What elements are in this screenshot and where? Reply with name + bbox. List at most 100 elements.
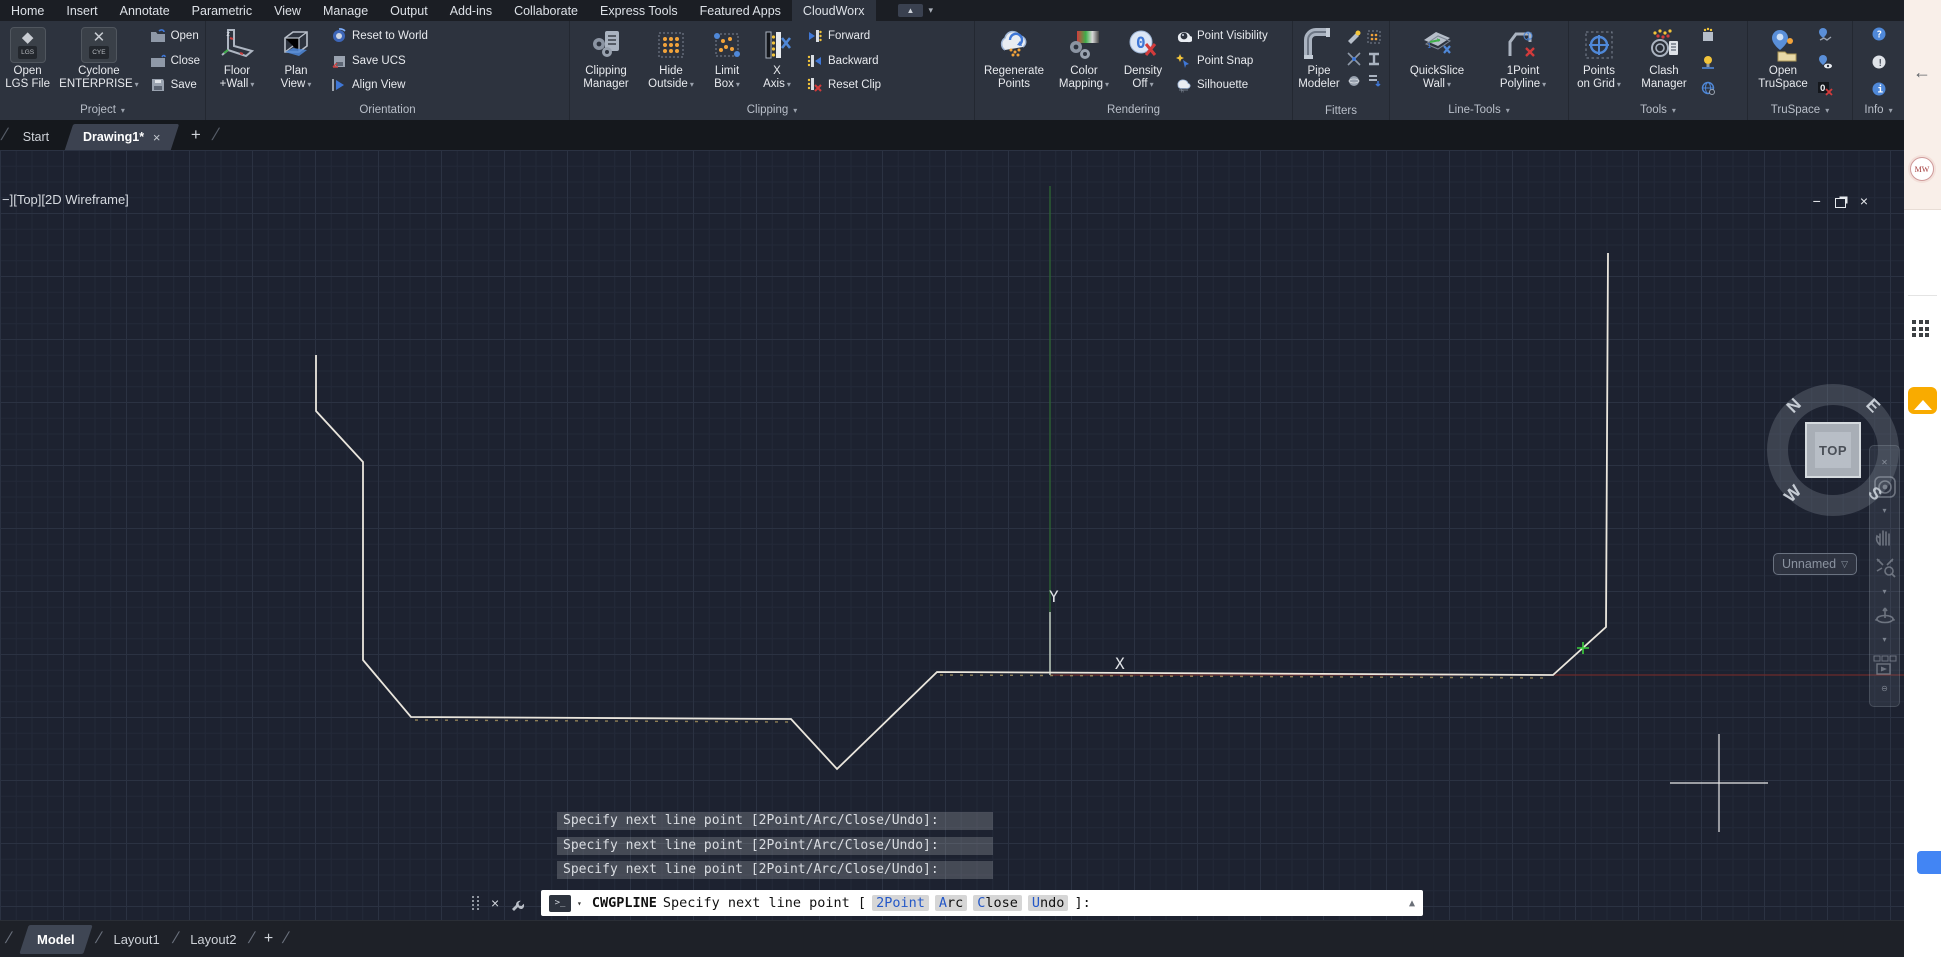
tab-manage[interactable]: Manage <box>312 0 379 21</box>
tab-layout1[interactable]: Layout1 <box>100 932 172 947</box>
mw-badge-icon[interactable]: MW <box>1910 157 1934 181</box>
panel-label-project[interactable]: Project▾ <box>0 100 205 120</box>
ribbon-collapse-control[interactable]: ▲ ▾ <box>898 0 933 21</box>
zoom-extents-icon[interactable] <box>1874 556 1896 578</box>
truspace-off-icon[interactable]: O <box>1817 80 1833 96</box>
fit-intersect-icon[interactable] <box>1346 51 1362 67</box>
tab-drawing1[interactable]: Drawing1* × <box>65 124 179 150</box>
plan-view-button[interactable]: Plan View▾ <box>267 23 325 100</box>
fit-beam-icon[interactable] <box>1366 51 1382 67</box>
navigation-bar[interactable]: ✕ ▾ ▾ ▾ ⊖ <box>1869 445 1900 707</box>
panel-label-line-tools[interactable]: Line-Tools▾ <box>1390 100 1568 120</box>
limit-box-button[interactable]: Limit Box▾ <box>701 23 753 100</box>
customize-wrench-icon[interactable] <box>510 895 526 911</box>
tools-globe-icon[interactable] <box>1700 80 1716 96</box>
chevron-down-icon[interactable]: ▾ <box>1882 636 1886 644</box>
ribbon-collapse-icon[interactable]: ▲ <box>898 4 924 17</box>
tab-cloudworx[interactable]: CloudWorx <box>792 0 876 21</box>
point-snap-button[interactable]: Point Snap <box>1176 53 1287 69</box>
tab-addins[interactable]: Add-ins <box>439 0 503 21</box>
new-layout-button[interactable]: + <box>254 930 283 948</box>
one-point-polyline-button[interactable]: 1 1Point Polyline▾ <box>1486 23 1560 100</box>
viewcube-top-face[interactable]: TOP <box>1805 422 1861 478</box>
floor-wall-button[interactable]: z Floor +Wall▾ <box>207 23 267 100</box>
silhouette-button[interactable]: h Silhouette <box>1176 77 1287 93</box>
about-icon[interactable]: i <box>1871 81 1887 97</box>
quickslice-wall-button[interactable]: 1 QuickSlice Wall▾ <box>1398 23 1476 100</box>
tab-view[interactable]: View <box>263 0 312 21</box>
project-save-button[interactable]: Save <box>150 77 200 93</box>
hide-outside-button[interactable]: Hide Outside▾ <box>641 23 701 100</box>
navbar-close-icon[interactable]: ✕ <box>1881 459 1888 467</box>
project-open-button[interactable]: Open <box>150 28 200 44</box>
collapse-command-history-icon[interactable]: ▲ <box>1409 898 1415 909</box>
tab-annotate[interactable]: Annotate <box>109 0 181 21</box>
panel-label-tools[interactable]: Tools▾ <box>1569 100 1747 120</box>
clip-forward-button[interactable]: Forward <box>807 28 969 44</box>
tab-insert[interactable]: Insert <box>55 0 108 21</box>
keyword-2point[interactable]: 2Point <box>872 895 929 911</box>
navbar-customize-icon[interactable]: ⊖ <box>1881 685 1888 693</box>
fit-cylinder-icon[interactable] <box>1346 29 1362 45</box>
clash-manager-button[interactable]: Clash Manager <box>1632 23 1696 100</box>
chevron-down-icon[interactable]: ▾ <box>928 5 933 16</box>
tools-report-icon[interactable] <box>1700 27 1716 43</box>
pipe-modeler-button[interactable]: Pipe Modeler <box>1294 23 1344 101</box>
navigation-wheel-icon[interactable] <box>1874 476 1896 498</box>
alert-icon[interactable]: ! <box>1871 54 1887 70</box>
open-lgs-file-button[interactable]: ◆ LGS Open LGS File <box>1 23 54 100</box>
sketch-polyline[interactable] <box>316 253 1608 769</box>
orbit-icon[interactable] <box>1874 605 1896 627</box>
tab-collaborate[interactable]: Collaborate <box>503 0 589 21</box>
recent-commands-icon[interactable]: ▾ <box>577 899 582 908</box>
panel-label-clipping[interactable]: Clipping▾ <box>570 100 974 120</box>
showmotion-icon[interactable] <box>1873 654 1897 676</box>
back-arrow-icon[interactable]: ← <box>1913 62 1931 83</box>
density-off-button[interactable]: 0 Density Off▾ <box>1116 23 1170 100</box>
points-on-grid-button[interactable]: Points on Grid▾ <box>1570 23 1628 100</box>
tab-featured-apps[interactable]: Featured Apps <box>689 0 792 21</box>
drawing-canvas[interactable]: X Y <box>0 150 1904 920</box>
fit-patch-icon[interactable] <box>1366 29 1382 45</box>
panel-label-fitters[interactable]: Fitters <box>1293 101 1389 120</box>
panel-label-info[interactable]: Info▾ <box>1853 100 1904 120</box>
tab-output[interactable]: Output <box>379 0 439 21</box>
ucs-dropdown[interactable]: Unnamed ▽ <box>1773 553 1857 575</box>
new-drawing-button[interactable]: + <box>181 125 211 145</box>
clip-backward-button[interactable]: Backward <box>807 53 969 69</box>
cyclone-enterprise-button[interactable]: ✕ CYE Cyclone ENTERPRISE▾ <box>54 23 143 100</box>
tab-layout2[interactable]: Layout2 <box>177 932 249 947</box>
align-view-button[interactable]: Align View <box>331 77 564 93</box>
tab-model[interactable]: Model <box>20 925 93 954</box>
drag-grip-icon[interactable] <box>472 896 480 910</box>
pan-hand-icon[interactable] <box>1874 525 1896 547</box>
project-close-button[interactable]: Close <box>150 53 200 69</box>
chevron-down-icon[interactable]: ▾ <box>1882 507 1886 515</box>
tab-parametric[interactable]: Parametric <box>181 0 263 21</box>
apps-grid-icon[interactable] <box>1912 320 1929 337</box>
close-command-line-icon[interactable]: × <box>491 895 499 911</box>
regenerate-points-button[interactable]: Regenerate Points <box>976 23 1052 100</box>
tools-bulb-icon[interactable] <box>1700 54 1716 70</box>
close-tab-icon[interactable]: × <box>153 130 161 145</box>
command-line-bar[interactable]: >_ ▾ CWGPLINE Specify next line point [ … <box>541 890 1423 916</box>
color-mapping-button[interactable]: Color Mapping▾ <box>1052 23 1116 100</box>
chevron-down-icon[interactable]: ▾ <box>1882 588 1886 596</box>
tab-express-tools[interactable]: Express Tools <box>589 0 689 21</box>
x-axis-button[interactable]: X Axis▾ <box>753 23 801 100</box>
reset-clip-button[interactable]: Reset Clip <box>807 77 969 93</box>
tab-home[interactable]: Home <box>0 0 55 21</box>
keyword-close[interactable]: Close <box>973 895 1022 911</box>
fit-sphere-icon[interactable] <box>1346 73 1362 89</box>
panel-label-truspace[interactable]: TruSpace▾ <box>1748 100 1852 120</box>
help-icon[interactable]: ? <box>1871 26 1887 42</box>
truspace-visibility-icon[interactable] <box>1817 54 1833 70</box>
open-truspace-button[interactable]: Open TruSpace <box>1749 23 1817 100</box>
panel-label-orientation[interactable]: Orientation <box>206 100 569 120</box>
drive-icon[interactable] <box>1917 851 1941 874</box>
keyword-arc[interactable]: Arc <box>935 895 967 911</box>
command-prompt-icon[interactable]: >_ <box>549 895 571 912</box>
truspace-path-icon[interactable] <box>1817 27 1833 43</box>
reset-to-world-button[interactable]: Reset to World <box>331 28 564 44</box>
save-ucs-button[interactable]: Save UCS <box>331 53 564 69</box>
